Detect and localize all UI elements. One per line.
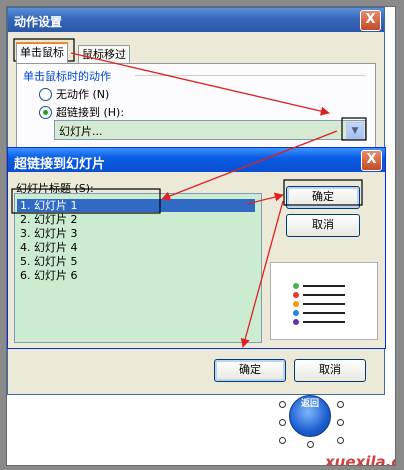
hyperlink-to-slide-titlebar: 超链接到幻灯片 X bbox=[8, 148, 385, 172]
preview-line bbox=[303, 285, 345, 287]
ok-button[interactable]: 确定 bbox=[214, 359, 286, 382]
preview-bullet bbox=[293, 319, 299, 325]
close-icon[interactable]: X bbox=[360, 10, 381, 31]
tab-mouse-click[interactable]: 单击鼠标 bbox=[16, 42, 68, 63]
close-icon[interactable]: X bbox=[361, 150, 382, 171]
selection-handle bbox=[337, 401, 344, 408]
preview-line bbox=[303, 294, 345, 296]
action-settings-titlebar: 动作设置 X bbox=[8, 8, 384, 32]
selection-handle bbox=[279, 419, 286, 426]
slide-cancel-button[interactable]: 取消 bbox=[286, 214, 360, 237]
selection-handle bbox=[279, 437, 286, 444]
list-item[interactable]: 1. 幻灯片 1 bbox=[17, 199, 255, 212]
hyperlink-radio[interactable] bbox=[39, 106, 52, 119]
preview-bullet bbox=[293, 283, 299, 289]
slide-ok-button[interactable]: 确定 bbox=[286, 186, 360, 209]
preview-line bbox=[303, 321, 345, 323]
hyperlink-to-slide-dialog: 超链接到幻灯片 X 幻灯片标题 (S): 1. 幻灯片 1 2. 幻灯片 2 3… bbox=[7, 147, 386, 349]
list-item[interactable]: 5. 幻灯片 5 bbox=[17, 255, 81, 268]
screenshot-frame: 动作设置 X 单击鼠标 鼠标移过 单击鼠标时的动作 无动作 (N) 超链接到 (… bbox=[0, 0, 404, 470]
chevron-down-icon[interactable]: ▼ bbox=[346, 122, 364, 140]
group-divider bbox=[135, 75, 365, 76]
hyperlink-to-slide-title: 超链接到幻灯片 bbox=[14, 157, 106, 172]
hyperlink-combobox[interactable]: 幻灯片... ▼ bbox=[54, 120, 366, 140]
watermark: xuexila.com bbox=[325, 453, 395, 466]
preview-bullet bbox=[293, 310, 299, 316]
action-settings-title: 动作设置 bbox=[14, 15, 63, 29]
list-item[interactable]: 4. 幻灯片 4 bbox=[17, 241, 81, 254]
cancel-button[interactable]: 取消 bbox=[294, 359, 366, 382]
list-item[interactable]: 3. 幻灯片 3 bbox=[17, 227, 81, 240]
selection-handle bbox=[337, 419, 344, 426]
preview-line bbox=[303, 312, 345, 314]
selection-handle bbox=[279, 401, 286, 408]
selection-handle bbox=[307, 441, 314, 448]
preview-line bbox=[303, 303, 345, 305]
no-action-radio[interactable] bbox=[39, 88, 52, 101]
slide-list[interactable]: 1. 幻灯片 1 2. 幻灯片 2 3. 幻灯片 3 4. 幻灯片 4 5. 幻… bbox=[14, 193, 262, 343]
group-label: 单击鼠标时的动作 bbox=[23, 70, 111, 83]
canvas: 动作设置 X 单击鼠标 鼠标移过 单击鼠标时的动作 无动作 (N) 超链接到 (… bbox=[6, 6, 396, 466]
list-item[interactable]: 6. 幻灯片 6 bbox=[17, 269, 81, 282]
no-action-label: 无动作 (N) bbox=[56, 88, 110, 101]
preview-bullet bbox=[293, 301, 299, 307]
selection-handle bbox=[337, 437, 344, 444]
back-button[interactable]: 返回 bbox=[289, 395, 331, 437]
tab-mouse-over[interactable]: 鼠标移过 bbox=[78, 45, 130, 64]
slide-preview bbox=[270, 262, 378, 340]
hyperlink-label: 超链接到 (H): bbox=[56, 106, 125, 119]
preview-bullet bbox=[293, 292, 299, 298]
list-item[interactable]: 2. 幻灯片 2 bbox=[17, 213, 81, 226]
back-button-label: 返回 bbox=[300, 399, 319, 409]
hyperlink-combobox-value: 幻灯片... bbox=[59, 125, 103, 138]
